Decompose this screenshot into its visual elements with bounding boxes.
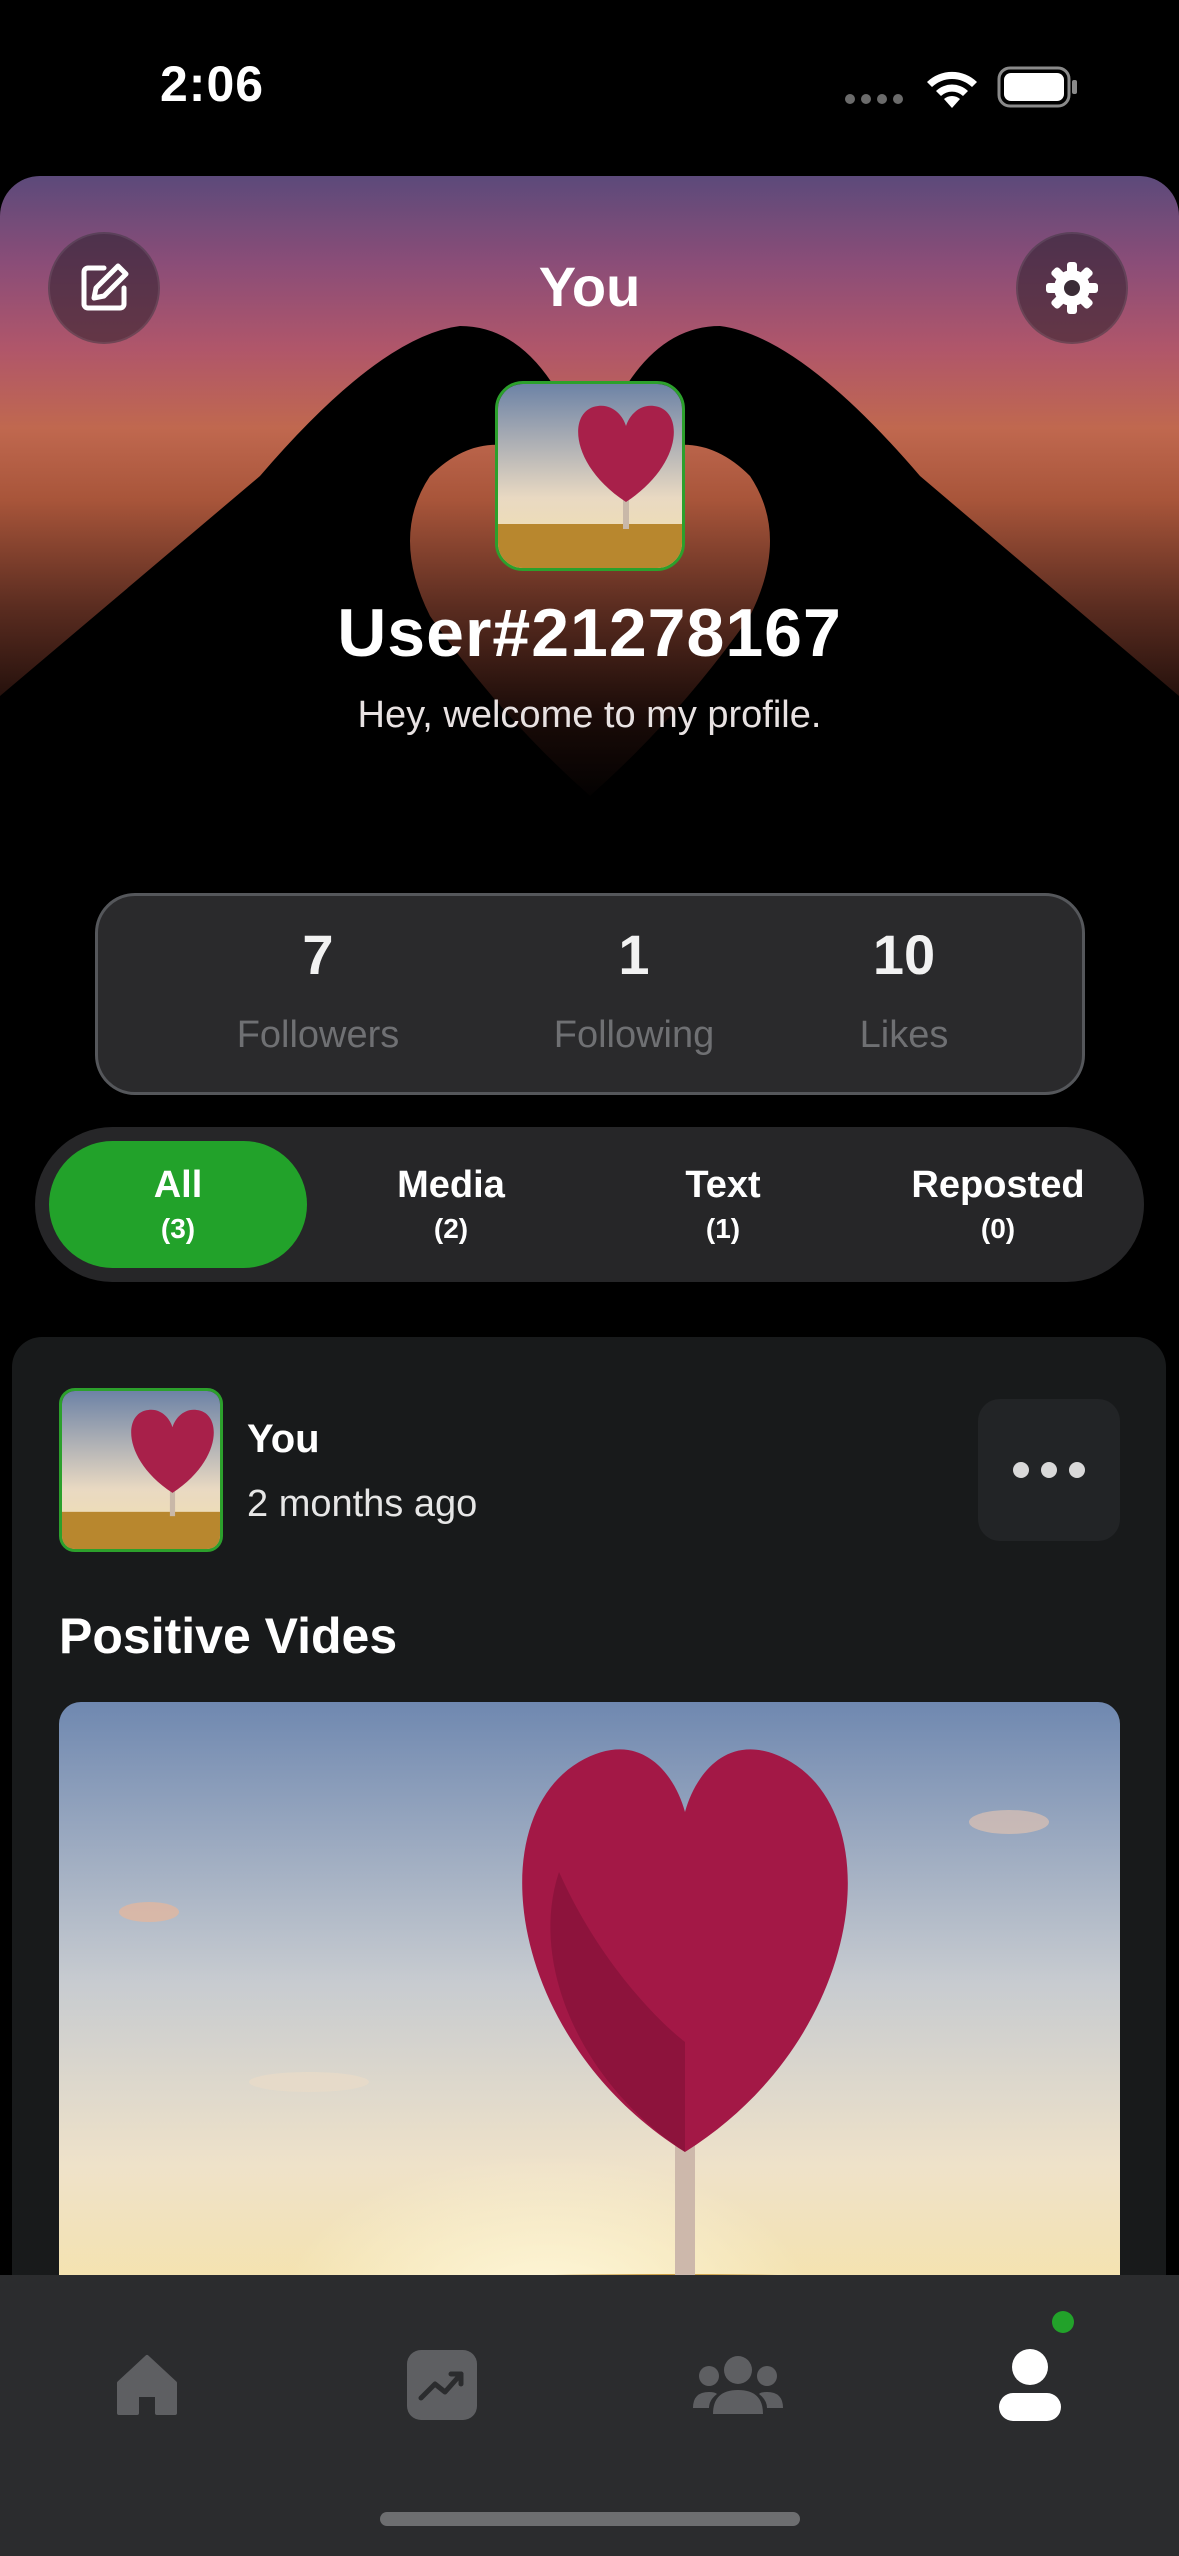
post-image[interactable] <box>59 1702 1120 2322</box>
heart-tree-image <box>62 1391 220 1549</box>
tab-label: Text <box>685 1164 761 1206</box>
battery-icon <box>997 66 1077 108</box>
tab-count: (3) <box>160 1213 196 1244</box>
post-timestamp: 2 months ago <box>247 1483 478 1525</box>
tab-label: Reposted <box>911 1164 1085 1206</box>
tab-media[interactable]: Media (2) <box>322 1141 580 1268</box>
tab-label: All <box>153 1164 203 1206</box>
profile-header: You User#21278167 Hey, welcome to my pro… <box>0 176 1179 896</box>
post-author-avatar[interactable] <box>59 1388 223 1552</box>
trending-icon <box>407 2350 477 2420</box>
more-dot-icon <box>1013 1462 1029 1478</box>
profile-avatar[interactable] <box>495 381 685 571</box>
gear-icon <box>1046 262 1098 314</box>
status-time: 2:06 <box>160 56 265 112</box>
tab-count: (0) <box>980 1213 1016 1244</box>
nav-home[interactable] <box>97 2335 197 2435</box>
stat-label: Likes <box>859 1014 949 1056</box>
heart-tree-photo <box>59 1702 1120 2322</box>
stat-followers[interactable]: 7 Followers <box>198 922 438 1057</box>
more-options-button[interactable] <box>978 1399 1120 1541</box>
username: User#21278167 <box>337 595 842 671</box>
stat-label: Following <box>553 1014 715 1056</box>
stat-value: 1 <box>618 923 650 986</box>
profile-stats: 7 Followers 1 Following 10 Likes <box>95 893 1085 1095</box>
tab-text[interactable]: Text (1) <box>594 1141 852 1268</box>
settings-button[interactable] <box>1016 232 1128 344</box>
nav-trending[interactable] <box>392 2335 492 2435</box>
stat-label: Followers <box>236 1014 400 1056</box>
tab-count: (2) <box>433 1213 469 1244</box>
more-dot-icon <box>1041 1462 1057 1478</box>
home-icon <box>117 2355 177 2415</box>
tab-reposted[interactable]: Reposted (0) <box>869 1141 1127 1268</box>
cellular-signal-icon <box>845 94 905 106</box>
tab-all[interactable]: All (3) <box>49 1141 307 1268</box>
post-title: Positive Vides <box>59 1608 398 1664</box>
status-bar: 2:06 <box>0 0 1179 170</box>
home-indicator <box>380 2512 800 2526</box>
profile-bio: Hey, welcome to my profile. <box>357 694 822 736</box>
stat-value: 7 <box>302 923 334 986</box>
nav-community[interactable] <box>688 2335 788 2435</box>
stat-following[interactable]: 1 Following <box>514 922 754 1057</box>
community-icon <box>693 2356 783 2414</box>
tab-count: (1) <box>705 1213 741 1244</box>
notification-dot <box>1052 2311 1074 2333</box>
post-filter-tabs: All (3) Media (2) Text (1) Reposted (0) <box>35 1127 1144 1282</box>
more-dot-icon <box>1069 1462 1085 1478</box>
profile-icon <box>999 2349 1061 2421</box>
tab-label: Media <box>397 1164 505 1206</box>
stat-value: 10 <box>872 923 936 986</box>
wifi-icon <box>927 71 977 108</box>
post-author-name[interactable]: You <box>247 1417 320 1462</box>
nav-profile[interactable] <box>980 2335 1080 2435</box>
page-title: You <box>538 255 641 318</box>
stat-likes[interactable]: 10 Likes <box>784 922 1024 1057</box>
heart-tree-image <box>498 384 682 568</box>
